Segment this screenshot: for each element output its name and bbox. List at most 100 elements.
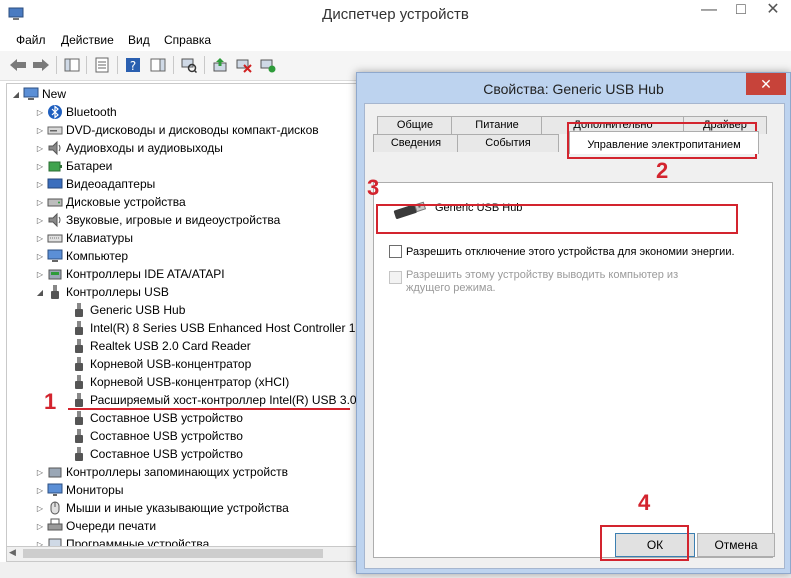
svg-text:?: ? [130,59,136,73]
tree-item-label: Звуковые, игровые и видеоустройства [66,213,281,227]
annotation-number-3: 3 [367,175,380,200]
update-driver-icon[interactable] [210,55,230,75]
expand-arrow-icon[interactable]: ▷ [35,216,45,225]
properties-dialog: Свойства: Generic USB Hub ✕ Общие Питани… [356,72,791,574]
tree-item-sound[interactable]: ▷ Звуковые, игровые и видеоустройства [35,211,280,229]
expand-arrow-icon[interactable]: ▷ [35,126,45,135]
usb-plug-icon [71,302,87,318]
tab-panel: Generic USB Hub Разрешить отключение это… [373,182,773,558]
usb-device-item[interactable]: Realtek USB 2.0 Card Reader [69,337,251,355]
usb-plug-icon [47,284,63,300]
action-pane-icon[interactable] [148,55,168,75]
tree-item-monitors[interactable]: ▷ Мониторы [35,481,124,499]
properties-icon[interactable] [92,55,112,75]
horizontal-scrollbar[interactable]: ◀ [6,546,372,562]
collapse-arrow-icon[interactable]: ◢ [11,90,21,99]
scan-hardware-icon[interactable] [179,55,199,75]
tree-item-print-queues[interactable]: ▷ Очереди печати [35,517,156,535]
tab-events[interactable]: События [457,134,559,152]
expand-arrow-icon[interactable]: ▷ [35,162,45,171]
tree-item-mice[interactable]: ▷ Мыши и иные указывающие устройства [35,499,289,517]
expand-arrow-icon[interactable]: ▷ [35,522,45,531]
usb-device-item[interactable]: Составное USB устройство [69,427,243,445]
tree-root[interactable]: ◢ New [11,85,66,103]
window-title: Диспетчер устройств [322,6,469,23]
expand-arrow-icon[interactable]: ▷ [35,144,45,153]
tree-item-label: Аудиовходы и аудиовыходы [66,141,223,155]
help-icon[interactable]: ? [123,55,143,75]
usb-device-label: Составное USB устройство [90,429,243,443]
tree-item-storage-controllers[interactable]: ▷ Контроллеры запоминающих устройств [35,463,288,481]
usb-device-label: Корневой USB-концентратор [90,357,252,371]
battery-icon [47,158,63,174]
usb-device-item[interactable]: Корневой USB-концентратор (xHCI) [69,373,289,391]
show-hide-console-tree-icon[interactable] [62,55,82,75]
ide-controller-icon [47,266,63,282]
expand-arrow-icon[interactable]: ▷ [35,270,45,279]
tree-item-disks[interactable]: ▷ Дисковые устройства [35,193,186,211]
toolbar-separator [56,56,57,74]
collapse-arrow-icon[interactable]: ◢ [35,288,45,297]
tree-item-video[interactable]: ▷ Видеоадаптеры [35,175,155,193]
expand-arrow-icon[interactable]: ▷ [35,180,45,189]
tree-item-batteries[interactable]: ▷ Батареи [35,157,112,175]
close-button[interactable]: ✕ [758,0,788,22]
tree-item-label: Bluetooth [66,105,117,119]
tree-item-audio[interactable]: ▷ Аудиовходы и аудиовыходы [35,139,223,157]
dialog-title: Свойства: Generic USB Hub [483,81,664,97]
usb-device-item[interactable]: Расширяемый хост-контроллер Intel(R) USB… [69,391,357,409]
tree-item-usb-controllers[interactable]: ◢ Контроллеры USB [35,283,169,301]
allow-power-off-checkbox[interactable] [389,245,402,258]
tree-item-ide[interactable]: ▷ Контроллеры IDE ATA/ATAPI [35,265,225,283]
cancel-button[interactable]: Отмена [697,533,775,557]
menu-help[interactable]: Справка [164,33,211,47]
annotation-box-4 [600,525,689,561]
scroll-thumb[interactable] [23,549,323,558]
usb-device-label: Realtek USB 2.0 Card Reader [90,339,251,353]
expand-arrow-icon[interactable]: ▷ [35,504,45,513]
device-tree: ◢ New ▷ Bluetooth ▷ DVD-дисководы и диск… [6,83,370,548]
tree-item-label: Контроллеры USB [66,285,169,299]
dialog-close-button[interactable]: ✕ [746,73,786,95]
tree-item-keyboards[interactable]: ▷ Клавиатуры [35,229,133,247]
usb-device-item[interactable]: Составное USB устройство [69,445,243,463]
forward-arrow-icon[interactable] [31,55,51,75]
tab-general[interactable]: Общие [377,116,453,134]
disable-device-icon[interactable] [234,55,254,75]
expand-arrow-icon[interactable]: ▷ [35,468,45,477]
tree-item-computer[interactable]: ▷ Компьютер [35,247,128,265]
allow-power-off-option[interactable]: Разрешить отключение этого устройства дл… [389,245,735,258]
usb-device-item[interactable]: Intel(R) 8 Series USB Enhanced Host Cont… [69,319,355,337]
window-title-bar: Диспетчер устройств — □ ✕ [0,0,791,30]
expand-arrow-icon[interactable]: ▷ [35,108,45,117]
usb-device-item[interactable]: Generic USB Hub [69,301,185,319]
tree-item-bluetooth[interactable]: ▷ Bluetooth [35,103,117,121]
tree-item-label: Контроллеры запоминающих устройств [66,465,288,479]
menu-file[interactable]: Файл [16,33,46,47]
allow-wake-label: Разрешить этому устройству выводить комп… [406,269,679,294]
expand-arrow-icon[interactable]: ▷ [35,234,45,243]
toolbar-separator [173,56,174,74]
printer-icon [47,518,63,534]
tree-item-label: Дисковые устройства [66,195,186,209]
menu-action[interactable]: Действие [61,33,114,47]
tree-item-label: Контроллеры IDE ATA/ATAPI [66,267,225,281]
minimize-button[interactable]: — [694,0,724,22]
expand-arrow-icon[interactable]: ▷ [35,252,45,261]
scroll-left-arrow-icon[interactable]: ◀ [9,547,16,558]
usb-device-item[interactable]: Корневой USB-концентратор [69,355,251,373]
menu-view[interactable]: Вид [128,33,150,47]
tab-details[interactable]: Сведения [373,134,459,152]
maximize-button[interactable]: □ [726,0,756,22]
tree-root-label: New [42,87,67,101]
expand-arrow-icon[interactable]: ▷ [35,486,45,495]
annotation-number-2: 2 [656,158,669,183]
tab-power[interactable]: Питание [451,116,543,134]
uninstall-device-icon[interactable] [258,55,278,75]
tree-item-dvd[interactable]: ▷ DVD-дисководы и дисководы компакт-диск… [35,121,319,139]
back-arrow-icon[interactable] [8,55,28,75]
expand-arrow-icon[interactable]: ▷ [35,198,45,207]
usb-device-item[interactable]: Составное USB устройство [69,409,243,427]
usb-device-label: Generic USB Hub [90,303,186,317]
tab-power-management[interactable]: Управление электропитанием [569,131,759,154]
